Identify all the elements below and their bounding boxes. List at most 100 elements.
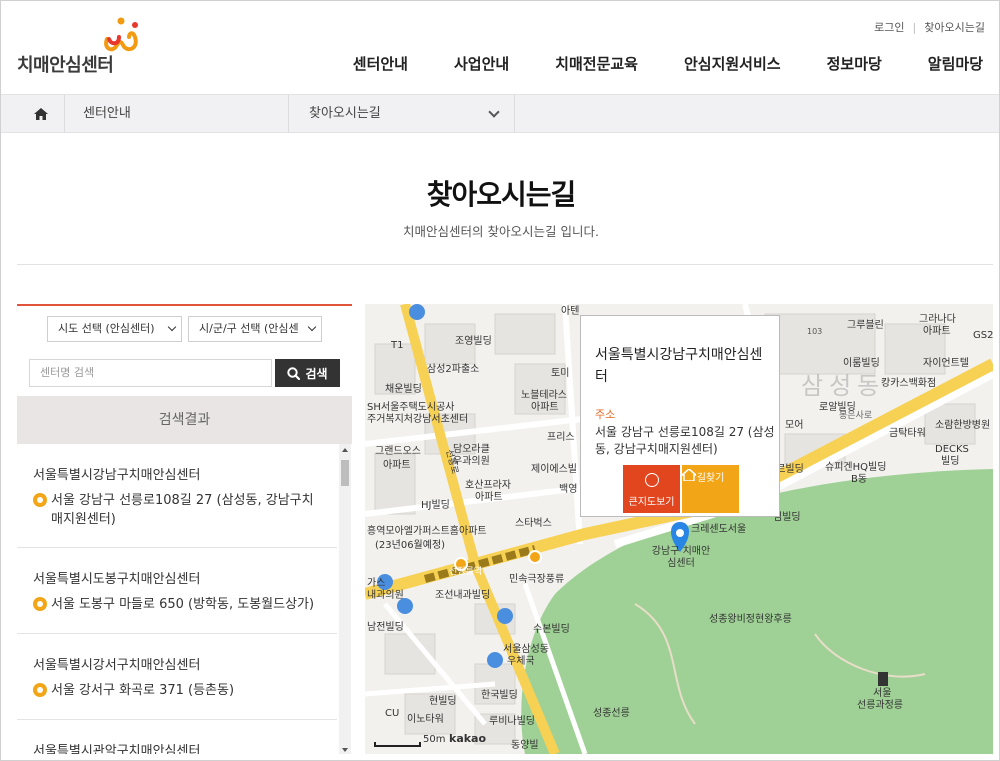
map-label: 현빌딩 [429, 696, 457, 707]
page-subtitle: 치매안심센터의 찾아오시는길 입니다. [403, 224, 599, 239]
map-label: 자이언트텔 [923, 358, 969, 369]
nav-support-service[interactable]: 안심지원서비스 [684, 53, 781, 74]
map-label: 그루블린 [847, 320, 884, 331]
sigungu-select[interactable]: 시/군/구 선택 (안심센 [188, 316, 322, 342]
map-label: 크레센도서울 [691, 524, 747, 535]
sido-select[interactable]: 시도 선택 (안심센터) [47, 316, 182, 342]
scrollbar-thumb[interactable] [341, 460, 349, 486]
subway-station-icon [528, 550, 542, 564]
breadcrumb-level1[interactable]: 센터안내 [65, 95, 289, 133]
center-address: 서울 강남구 선릉로108길 27 (삼성동, 강남구치매지원센터) [51, 493, 314, 527]
zoom-icon [644, 473, 659, 487]
map-label: 호산프라자 [465, 480, 511, 491]
map-label: 남전빌딩 [367, 622, 404, 633]
nav-center-info[interactable]: 센터안내 [353, 53, 408, 74]
map-label: 주거복지처강남서초센터 [367, 414, 469, 425]
map-label: 흥역모아엘가퍼스트홈아파트 [367, 526, 487, 537]
center-address-row: 서울 도봉구 마들로 650 (방학동, 도봉월드상가) [33, 595, 325, 614]
list-item[interactable]: 서울특별시관악구치매안심센터 [17, 720, 337, 754]
list-item[interactable]: 서울특별시강남구치매안심센터 서울 강남구 선릉로108길 27 (삼성동, 강… [17, 444, 337, 548]
list-item[interactable]: 서울특별시도봉구치매안심센터 서울 도봉구 마들로 650 (방학동, 도봉월드… [17, 548, 337, 634]
route-button[interactable]: 길찾기 [682, 465, 739, 513]
scale-label: 50m [423, 734, 446, 745]
map-label: HJ빌딩 [421, 500, 450, 511]
kakao-logo: kakao [449, 732, 487, 745]
scroll-up-icon[interactable] [342, 448, 348, 452]
route-label: 길찾기 [696, 473, 725, 484]
results-scrollbar[interactable] [339, 444, 351, 754]
map-label: 선정릉역 [449, 567, 483, 577]
breadcrumb-level2-label: 찾아오시는길 [309, 106, 381, 121]
map-label: CU [385, 708, 400, 719]
map-label: 캉카스백화점 [881, 378, 937, 389]
map-label: SH서울주택도시공사 [367, 402, 455, 413]
nav-education[interactable]: 치매전문교육 [555, 53, 638, 74]
map-label: 그랜드오스 [375, 446, 421, 457]
sido-select-value: 시도 선택 (안심센터) [58, 322, 155, 335]
login-link[interactable]: 로그인 [874, 19, 904, 35]
scroll-down-icon[interactable] [342, 748, 348, 752]
center-search-input[interactable]: 센터명 검색 [29, 359, 272, 387]
utility-menu: 로그인 | 찾아오시는길 [874, 19, 985, 35]
map-label: 이노타워 [407, 714, 444, 725]
search-panel: 시도 선택 (안심센터) 시/군/구 선택 (안심센 센터명 검색 검색 검색결… [17, 304, 352, 754]
directions-link[interactable]: 찾아오시는길 [924, 19, 985, 35]
map-view[interactable]: T1 조영빌딩 삼성2파출소 채운빌딩 SH서울주택도시공사 주거복지처강남서초… [365, 304, 993, 754]
chevron-down-icon [307, 322, 317, 332]
results-header: 검색결과 [17, 396, 352, 444]
search-button[interactable]: 검색 [275, 359, 340, 387]
logo[interactable]: 치매안심센터 [15, 15, 155, 77]
big-map-label: 큰지도보기 [628, 497, 675, 508]
map-label: 아파트 [383, 460, 411, 471]
map-label: 아파트 [923, 326, 951, 337]
home-icon [682, 469, 696, 481]
map-label: 가스 [367, 578, 386, 589]
map-label: 빌딩 [941, 456, 960, 467]
big-map-button[interactable]: 큰지도보기 [623, 465, 680, 513]
map-label: T1 [391, 340, 404, 351]
scale-bar [374, 742, 421, 747]
center-name: 서울특별시강남구치매안심센터 [33, 468, 201, 483]
results-list: 서울특별시강남구치매안심센터 서울 강남구 선릉로108길 27 (삼성동, 강… [17, 444, 337, 754]
nav-business[interactable]: 사업안내 [454, 53, 509, 74]
breadcrumb-level2-dropdown[interactable]: 찾아오시는길 [289, 95, 515, 133]
map-label: 스타벅스 [515, 518, 552, 529]
list-item[interactable]: 서울특별시강서구치매안심센터 서울 강서구 화곡로 371 (등촌동) [17, 634, 337, 720]
marker-label: 강남구 치매안심센터 [651, 546, 711, 569]
map-label: 이룸빌딩 [843, 358, 880, 369]
map-label: 서울삼성동 [503, 644, 549, 655]
location-pin-icon [33, 597, 47, 611]
browser-frame: 치매안심센터 로그인 | 찾아오시는길 센터안내 사업안내 치매전문교육 안심지… [0, 0, 1000, 761]
map-label: 제이에스빌 [531, 464, 577, 475]
map-label: 조선내과빌딩 [435, 590, 491, 601]
main-nav: 센터안내 사업안내 치매전문교육 안심지원서비스 정보마당 알림마당 [353, 53, 983, 74]
page-title: 찾아오시는길 [426, 178, 577, 211]
map-label: (23년06월예정) [375, 540, 446, 551]
map-label: 동양빌 [511, 740, 539, 751]
region-selects: 시도 선택 (안심센터) 시/군/구 선택 (안심센 [47, 316, 322, 342]
location-pin-icon [33, 683, 47, 697]
map-label: 봉은사로 [839, 411, 873, 421]
map-label: 모어 [785, 420, 804, 431]
home-icon [33, 108, 48, 120]
map-label: 103 [807, 327, 823, 336]
map-label: 삼성동 [801, 372, 886, 400]
popup-title: 서울특별시강남구치매안심센터 [595, 347, 763, 385]
center-address: 서울 강서구 화곡로 371 (등촌동) [51, 683, 235, 698]
site-header: 치매안심센터 로그인 | 찾아오시는길 센터안내 사업안내 치매전문교육 안심지… [1, 1, 999, 95]
map-label: 금탁타워 [889, 428, 926, 439]
chevron-down-icon [167, 322, 177, 332]
nav-info[interactable]: 정보마당 [827, 53, 882, 74]
map-label: 조영빌딩 [455, 336, 492, 347]
center-name: 서울특별시강서구치매안심센터 [33, 658, 201, 673]
map-info-popup: 서울특별시강남구치매안심센터 주소 서울 강남구 선릉로108길 27 (삼성동… [580, 315, 780, 517]
map-label: 성종선릉 [593, 708, 630, 719]
map-label: 프리스 [547, 432, 575, 443]
map-label: 채운빌딩 [385, 384, 422, 395]
map-label: DECKS [935, 444, 969, 455]
map-label: 삼성2파출소 [427, 364, 480, 375]
nav-notice[interactable]: 알림마당 [928, 53, 983, 74]
home-button[interactable] [17, 95, 65, 133]
sigungu-select-value: 시/군/구 선택 (안심센 [199, 322, 299, 335]
map-label: 아파트 [475, 492, 503, 503]
